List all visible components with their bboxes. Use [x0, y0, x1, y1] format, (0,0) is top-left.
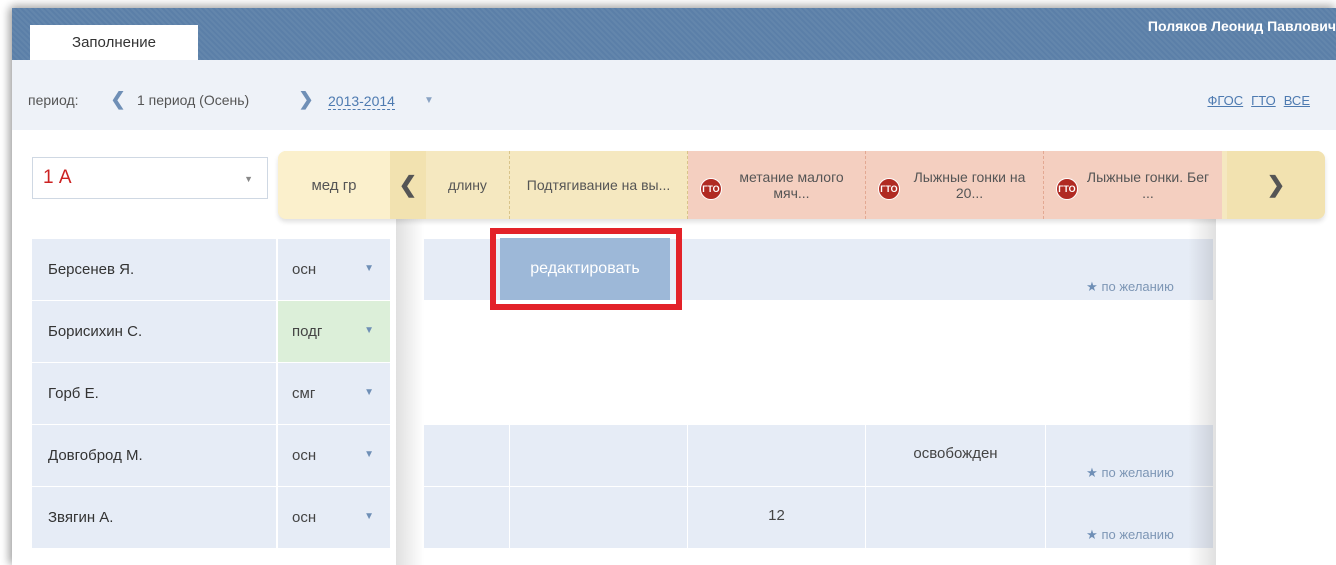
- journal-content: 1 А ▼ мед гр ❮ длину Подтягивание на вы.…: [12, 130, 1336, 565]
- table-row: [424, 301, 1214, 363]
- grade-cell[interactable]: [866, 487, 1046, 549]
- tab-fill[interactable]: Заполнение: [30, 25, 198, 60]
- chevron-down-icon[interactable]: ▼: [244, 174, 253, 184]
- gto-badge-icon: ГТО: [878, 178, 900, 200]
- columns-prev-icon[interactable]: ❮: [390, 151, 426, 219]
- year-caret-icon[interactable]: ▼: [424, 95, 434, 106]
- wish-label: по желанию: [1101, 465, 1174, 480]
- filter-gto[interactable]: ГТО: [1251, 93, 1276, 108]
- grade-cell[interactable]: [688, 425, 866, 487]
- class-value: 1 А: [43, 167, 72, 188]
- grade-cell[interactable]: [510, 487, 688, 549]
- grade-cell[interactable]: 12: [688, 487, 866, 549]
- table-row: освобожден ★ по желанию: [424, 425, 1214, 487]
- left-scroll-shadow: [396, 219, 424, 565]
- header-col-ski-run[interactable]: ГТО Лыжные гонки. Бег ...: [1044, 151, 1222, 219]
- year-select[interactable]: 2013-2014: [328, 93, 395, 110]
- med-group-value: осн: [292, 261, 317, 278]
- med-group-select[interactable]: подг ▼: [278, 301, 390, 363]
- header-med-group: мед гр: [278, 151, 390, 219]
- med-group-select[interactable]: осн ▼: [278, 239, 390, 301]
- filter-links: ФГОС ГТО ВСЕ: [1207, 93, 1310, 108]
- top-bar: Заполнение Поляков Леонид Павлович: [12, 8, 1336, 60]
- med-group-value: осн: [292, 509, 317, 526]
- med-group-select[interactable]: смг ▼: [278, 363, 390, 425]
- filter-all[interactable]: ВСЕ: [1284, 93, 1310, 108]
- student-name: Борисихин С.: [32, 301, 276, 363]
- period-prev-icon[interactable]: ❮: [108, 88, 128, 110]
- header-col-length[interactable]: длину: [426, 151, 510, 219]
- period-name: 1 период (Осень): [137, 92, 250, 108]
- grade-cell[interactable]: [424, 487, 510, 549]
- header-col-label: длину: [448, 177, 487, 193]
- med-group-value: смг: [292, 385, 316, 402]
- med-group-value: осн: [292, 447, 317, 464]
- header-col-pullups[interactable]: Подтягивание на вы...: [510, 151, 688, 219]
- student-name: Горб Е.: [32, 363, 276, 425]
- med-group-select[interactable]: осн ▼: [278, 487, 390, 549]
- wish-label: по желанию: [1101, 279, 1174, 294]
- period-next-icon[interactable]: ❯: [296, 88, 316, 110]
- grade-value: 12: [768, 506, 785, 524]
- star-icon: ★: [1086, 465, 1098, 480]
- med-group-select[interactable]: осн ▼: [278, 425, 390, 487]
- med-group-column: осн ▼ подг ▼ смг ▼ осн ▼ осн ▼: [278, 239, 390, 549]
- edit-button[interactable]: редактировать: [500, 238, 670, 300]
- student-name: Звягин А.: [32, 487, 276, 549]
- period-bar: период: ❮ 1 период (Осень) ❯ 2013-2014 ▼…: [12, 60, 1336, 130]
- header-col-label: Подтягивание на вы...: [526, 177, 671, 193]
- filter-fgos[interactable]: ФГОС: [1207, 93, 1243, 108]
- table-row: [424, 363, 1214, 425]
- chevron-down-icon[interactable]: ▼: [364, 449, 374, 460]
- med-group-value: подг: [292, 323, 323, 340]
- chevron-down-icon[interactable]: ▼: [364, 387, 374, 398]
- grade-cell[interactable]: освобожден: [866, 425, 1046, 487]
- exempt-label: освобожден: [913, 444, 998, 462]
- grade-cell[interactable]: [510, 425, 688, 487]
- period-label: период:: [28, 92, 79, 108]
- table-row: 12 ★ по желанию: [424, 487, 1214, 549]
- header-col-ski-race[interactable]: ГТО Лыжные гонки на 20...: [866, 151, 1044, 219]
- columns-next-icon[interactable]: ❯: [1227, 151, 1325, 219]
- student-name: Довгоброд М.: [32, 425, 276, 487]
- right-scroll-shadow: [1188, 219, 1216, 565]
- chevron-down-icon[interactable]: ▼: [364, 263, 374, 274]
- header-col-ball-throw[interactable]: ГТО метание малого мяч...: [688, 151, 866, 219]
- app-window: Заполнение Поляков Леонид Павлович перио…: [12, 8, 1336, 565]
- class-select[interactable]: 1 А ▼: [32, 157, 268, 199]
- star-icon: ★: [1086, 279, 1098, 294]
- gto-badge-icon: ГТО: [1056, 178, 1078, 200]
- wish-label: по желанию: [1101, 527, 1174, 542]
- student-name: Берсенев Я.: [32, 239, 276, 301]
- gto-badge-icon: ГТО: [700, 178, 722, 200]
- star-icon: ★: [1086, 527, 1098, 542]
- chevron-down-icon[interactable]: ▼: [364, 511, 374, 522]
- user-name[interactable]: Поляков Леонид Павлович: [1148, 18, 1336, 34]
- chevron-down-icon[interactable]: ▼: [364, 325, 374, 336]
- grade-cell[interactable]: [424, 425, 510, 487]
- columns-header: мед гр ❮ длину Подтягивание на вы... ГТО…: [278, 151, 1325, 219]
- student-names: Берсенев Я. Борисихин С. Горб Е. Довгобр…: [32, 239, 276, 549]
